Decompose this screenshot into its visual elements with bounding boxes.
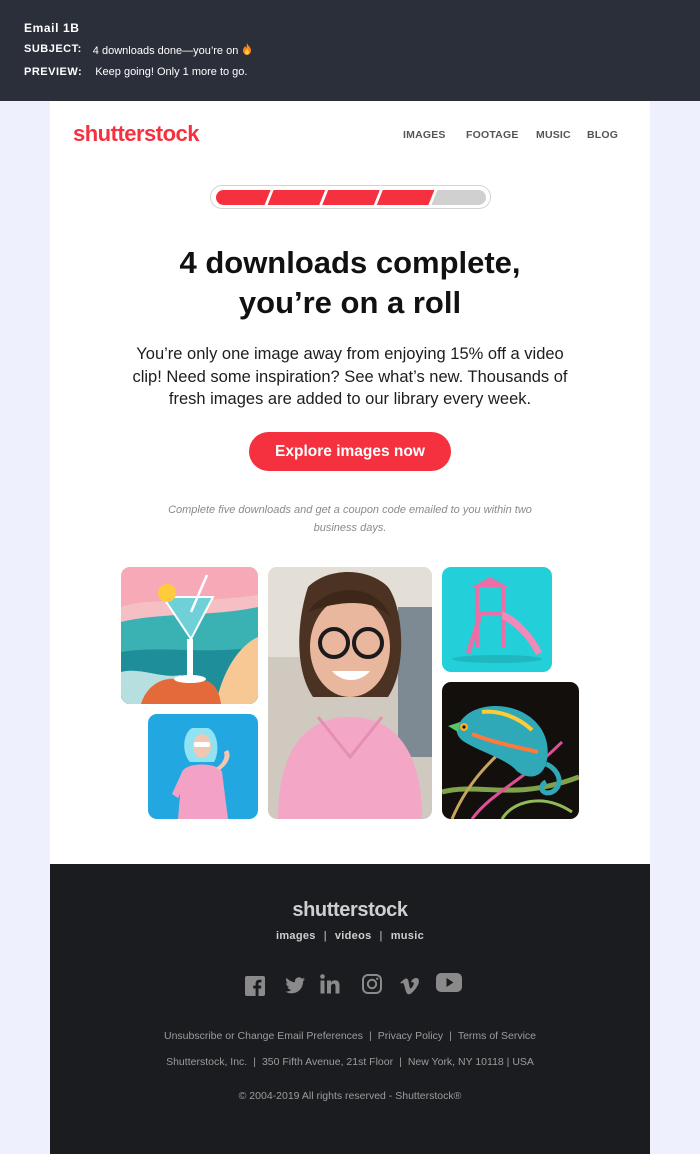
coupon-note: Complete five downloads and get a coupon… <box>168 504 532 534</box>
shutterstock-logo[interactable]: shutterstock <box>73 121 200 147</box>
fire-icon <box>243 43 252 55</box>
progress-segment-complete <box>216 190 271 205</box>
preview-label: PREVIEW: <box>24 66 83 78</box>
footer-link-images[interactable]: images <box>276 930 316 942</box>
email-footer: shutterstock images | videos | music Uns… <box>50 864 650 1154</box>
progress-segment-complete <box>376 190 435 205</box>
privacy-policy-link[interactable]: Privacy Policy <box>378 1030 443 1042</box>
progress-segment-complete <box>267 190 326 205</box>
footer-link-videos[interactable]: videos <box>335 930 372 942</box>
progress-segments <box>216 190 486 205</box>
preview-row: PREVIEW: Keep going! Only 1 more to go. <box>24 66 247 78</box>
facebook-icon[interactable] <box>245 976 265 996</box>
progress-segment-complete <box>322 190 380 205</box>
terms-of-service-link[interactable]: Terms of Service <box>458 1030 536 1042</box>
chameleon-image[interactable] <box>442 682 579 819</box>
vimeo-icon[interactable] <box>400 978 419 995</box>
email-body-card: shutterstock IMAGES FOOTAGE MUSIC BLOG 4… <box>50 101 650 864</box>
youtube-icon[interactable] <box>436 973 462 992</box>
headline-line-1: 4 downloads complete, <box>179 245 521 280</box>
footer-product-links: images | videos | music <box>275 930 424 942</box>
subject-row: SUBJECT: 4 downloads done—you’re on <box>24 43 252 57</box>
headline-line-2: you’re on a roll <box>238 285 462 320</box>
email-label: Email 1B <box>24 21 80 35</box>
smiling-woman-image[interactable] <box>268 567 432 819</box>
progress-segment-remaining <box>431 190 486 205</box>
city-address: New York, NY 10118 | USA <box>407 1056 534 1068</box>
footer-address: Shutterstock, Inc. | 350 Fifth Avenue, 21s… <box>166 1056 534 1068</box>
instagram-icon[interactable] <box>362 974 382 994</box>
subject-value: 4 downloads done—you’re on <box>93 43 253 57</box>
subject-label: SUBJECT: <box>24 43 82 55</box>
copyright: © 2004-2019 All rights reserved - Shutte… <box>238 1090 462 1102</box>
explore-images-button[interactable]: Explore images now <box>249 432 451 471</box>
preview-value: Keep going! Only 1 more to go. <box>95 66 248 78</box>
footer-link-music[interactable]: music <box>391 930 424 942</box>
street-address: 350 Fifth Avenue, 21st Floor <box>261 1056 394 1068</box>
nav-music[interactable]: MUSIC <box>536 129 571 141</box>
unsubscribe-link[interactable]: Unsubscribe or Change Email Preferences <box>164 1030 363 1042</box>
blue-hair-woman-image[interactable] <box>148 714 258 819</box>
twitter-icon[interactable] <box>285 977 305 994</box>
cocktail-illustration-image[interactable] <box>121 567 258 704</box>
nav-footage[interactable]: FOOTAGE <box>466 129 519 141</box>
headline: 4 downloads complete, you’re on a roll <box>50 243 650 323</box>
download-progress-bar <box>210 185 491 209</box>
email-meta-bar: Email 1B SUBJECT: 4 downloads done—you’r… <box>0 0 700 101</box>
nav-images[interactable]: IMAGES <box>403 129 446 141</box>
body-paragraph: You’re only one image away from enjoying… <box>132 345 568 408</box>
footer-legal-links: Unsubscribe or Change Email Preferences |… <box>163 1030 537 1042</box>
company-name: Shutterstock, Inc. <box>166 1056 248 1068</box>
nav-blog[interactable]: BLOG <box>587 129 618 141</box>
footer-logo[interactable]: shutterstock <box>50 899 650 922</box>
linkedin-icon[interactable] <box>320 974 340 994</box>
social-icons <box>50 972 650 998</box>
pink-slide-image[interactable] <box>442 567 552 672</box>
